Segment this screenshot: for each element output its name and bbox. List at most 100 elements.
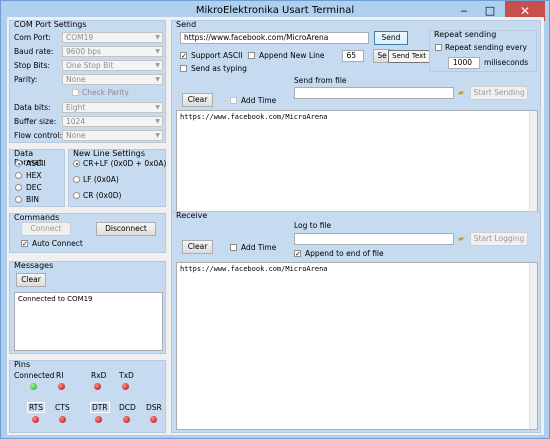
pin-txd-label: TxD <box>119 371 134 380</box>
append-new-line-label: Append New Line <box>259 51 325 60</box>
receive-content-area[interactable]: https://www.facebook.com/MicroArena <box>176 262 538 430</box>
pin-cts-led <box>59 416 66 423</box>
repeat-sending-checkbox[interactable] <box>435 44 442 51</box>
pin-dsr-label: DSR <box>146 403 162 412</box>
format-hex-label: HEX <box>26 171 42 180</box>
stop-bits-value: One Stop Bit <box>66 61 114 70</box>
format-ascii-label: ASCII <box>26 159 46 168</box>
messages-group: Messages Clear Connected to COM19 <box>9 261 166 354</box>
pin-rts-led <box>32 416 39 423</box>
buffer-size-select[interactable]: 1024 ▼ <box>62 116 163 127</box>
com-port-settings-group: COM Port Settings Com Port: COM19 ▼ Baud … <box>9 20 166 143</box>
send-button[interactable]: Send <box>374 31 408 45</box>
send-add-time-label: Add Time <box>241 96 277 105</box>
send-from-file-label: Send from file <box>294 76 347 85</box>
parity-value: None <box>66 75 86 84</box>
data-bits-value: Eight <box>66 103 86 112</box>
pin-rts-toggle[interactable]: RTS <box>27 402 46 413</box>
com-port-settings-title: COM Port Settings <box>14 20 87 29</box>
send-content-area[interactable]: https://www.facebook.com/MicroArena <box>176 110 538 215</box>
append-new-line-checkbox[interactable] <box>248 52 255 59</box>
pin-ri-led <box>58 383 65 390</box>
baud-rate-label: Baud rate: <box>14 47 54 56</box>
format-dec-label: DEC <box>26 183 42 192</box>
parity-label: Parity: <box>14 75 38 84</box>
flow-control-label: Flow control: <box>14 131 63 140</box>
folder-open-icon[interactable]: ▰ <box>456 88 466 98</box>
send-scrollbar[interactable] <box>529 111 537 214</box>
baud-rate-value: 9600 bps <box>66 47 101 56</box>
chevron-down-icon: ▼ <box>155 104 160 111</box>
newline-lf-label: LF (0x0A) <box>83 175 119 184</box>
repeat-sending-title: Repeat sending <box>434 30 497 39</box>
app-window: MikroElektronika Usart Terminal ‒ □ ✕ CO… <box>0 0 550 439</box>
format-hex-radio[interactable] <box>15 172 22 179</box>
send-group: Send https://www.facebook.com/MicroArena… <box>171 20 541 218</box>
chevron-down-icon: ▼ <box>155 62 160 69</box>
commands-title: Commands <box>14 213 60 222</box>
send-text-input[interactable]: https://www.facebook.com/MicroArena <box>180 32 369 44</box>
newline-lf-radio[interactable] <box>73 176 80 183</box>
data-bits-label: Data bits: <box>14 103 51 112</box>
parity-select[interactable]: None ▼ <box>62 74 163 85</box>
newline-crlf-radio[interactable] <box>73 160 80 167</box>
pin-dsr-led <box>150 416 157 423</box>
send-add-time-checkbox[interactable] <box>230 97 237 104</box>
com-port-select[interactable]: COM19 ▼ <box>62 32 163 43</box>
receive-scrollbar[interactable] <box>529 263 537 429</box>
buffer-size-value: 1024 <box>66 117 86 126</box>
format-bin-radio[interactable] <box>15 196 22 203</box>
baud-rate-select[interactable]: 9600 bps ▼ <box>62 46 163 57</box>
send-title: Send <box>176 20 197 29</box>
support-ascii-checkbox[interactable]: ✓ <box>180 52 187 60</box>
check-parity-checkbox[interactable] <box>72 89 79 96</box>
pin-txd-led <box>122 383 129 390</box>
pin-dcd-led <box>123 416 130 423</box>
repeat-interval-spinner[interactable]: 1000 <box>448 57 480 69</box>
send-clear-button[interactable]: Clear <box>182 93 213 107</box>
send-as-typing-label: Send as typing <box>191 64 247 73</box>
client-area: COM Port Settings Com Port: COM19 ▼ Baud … <box>7 17 544 435</box>
format-dec-radio[interactable] <box>15 184 22 191</box>
start-sending-button[interactable]: Start Sending <box>470 86 528 100</box>
check-parity-label: Check Parity <box>82 88 129 97</box>
data-format-group: Data Format ASCII HEX DEC BIN <box>9 149 65 207</box>
send-file-path-input[interactable] <box>294 87 454 99</box>
pin-dtr-led <box>95 416 102 423</box>
log-to-file-label: Log to file <box>294 221 332 230</box>
receive-add-time-checkbox[interactable] <box>230 244 237 251</box>
auto-connect-checkbox[interactable]: ✓ <box>21 240 28 248</box>
log-file-path-input[interactable] <box>294 233 454 245</box>
format-bin-label: BIN <box>26 195 39 204</box>
chevron-down-icon: ▼ <box>155 118 160 125</box>
flow-control-value: None <box>66 131 86 140</box>
repeat-sending-group: Repeat sending Repeat sending every 1000… <box>429 30 537 72</box>
append-end-checkbox[interactable]: ✓ <box>294 250 301 258</box>
connect-button[interactable]: Connect <box>21 222 71 236</box>
ascii-code-spinner[interactable]: 65 <box>342 50 364 62</box>
messages-clear-button[interactable]: Clear <box>16 273 46 287</box>
repeat-sending-label: Repeat sending every <box>445 43 527 52</box>
newline-cr-label: CR (0x0D) <box>83 191 122 200</box>
buffer-size-label: Buffer size: <box>14 117 57 126</box>
receive-clear-button[interactable]: Clear <box>182 240 213 254</box>
disconnect-button[interactable]: Disconnect <box>96 222 156 236</box>
pin-dcd-label: DCD <box>119 403 136 412</box>
messages-log[interactable]: Connected to COM19 <box>14 292 163 351</box>
newline-cr-radio[interactable] <box>73 192 80 199</box>
auto-connect-label: Auto Connect <box>32 239 83 248</box>
messages-title: Messages <box>14 261 54 270</box>
pin-dtr-toggle[interactable]: DTR <box>90 402 110 413</box>
chevron-down-icon: ▼ <box>155 76 160 83</box>
append-end-label: Append to end of file <box>305 249 384 258</box>
folder-open-icon[interactable]: ▰ <box>456 234 466 244</box>
data-bits-select[interactable]: Eight ▼ <box>62 102 163 113</box>
send-as-typing-checkbox[interactable] <box>180 65 187 72</box>
receive-title: Receive <box>176 211 208 220</box>
format-ascii-radio[interactable] <box>15 160 22 167</box>
flow-control-select[interactable]: None ▼ <box>62 130 163 141</box>
start-logging-button[interactable]: Start Logging <box>470 232 528 246</box>
pin-connected-label: Connected <box>14 371 55 380</box>
stop-bits-select[interactable]: One Stop Bit ▼ <box>62 60 163 71</box>
support-ascii-label: Support ASCII <box>191 51 243 60</box>
